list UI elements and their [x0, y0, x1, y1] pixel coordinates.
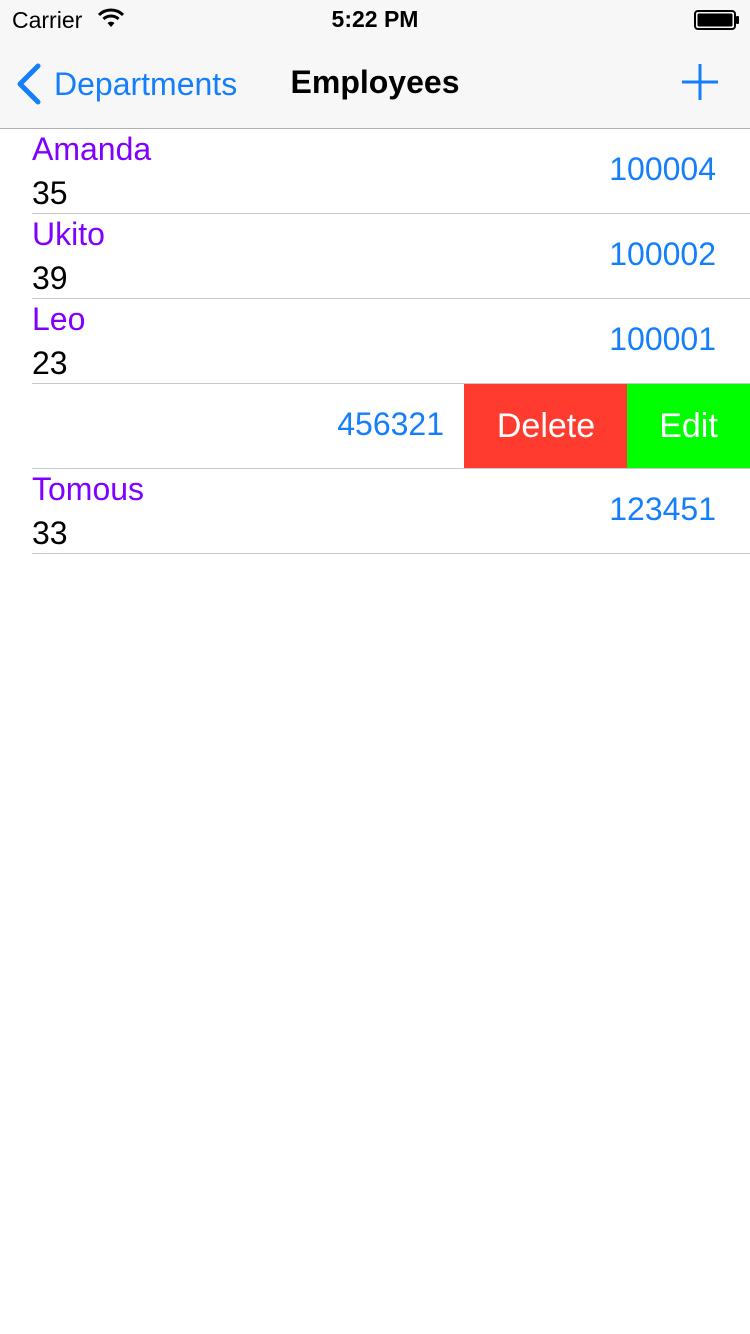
plus-icon[interactable] — [680, 62, 720, 102]
table-row[interactable]: Leo 23 100001 — [32, 299, 750, 384]
chevron-left-icon — [17, 63, 41, 105]
employee-id: 123451 — [609, 491, 716, 527]
back-button[interactable]: Departments — [14, 62, 237, 106]
page-title: Employees — [290, 64, 460, 100]
employee-name: Leo — [32, 301, 86, 337]
employee-age: 39 — [32, 260, 68, 296]
employee-name: Ukito — [32, 216, 105, 252]
clock: 5:22 PM — [331, 6, 419, 32]
table-row[interactable]: Tomous 33 123451 — [32, 469, 750, 554]
delete-button[interactable]: Delete — [464, 384, 628, 468]
table-row[interactable]: Ukito 39 100002 — [32, 214, 750, 299]
employee-age: 23 — [32, 345, 68, 381]
navigation-bar: Departments Employees — [0, 40, 750, 129]
employee-id: 100004 — [609, 151, 716, 187]
employee-id: 100002 — [609, 236, 716, 272]
employee-age: 35 — [32, 175, 68, 211]
employee-name: Amanda — [32, 131, 152, 167]
employee-age: 33 — [32, 515, 68, 551]
employee-id: 100001 — [609, 321, 716, 357]
edit-button[interactable]: Edit — [627, 384, 750, 468]
table-row[interactable]: Amanda 35 100004 — [32, 129, 750, 214]
status-bar: Carrier 5:22 PM — [0, 0, 750, 40]
employee-list: Amanda 35 100004 Ukito 39 100002 Leo 23 … — [0, 129, 750, 554]
employee-id: 456321 — [337, 406, 444, 442]
employee-name: Tomous — [32, 471, 145, 507]
table-row-swiped[interactable]: 456321 Delete Edit — [32, 384, 750, 469]
battery-icon — [694, 10, 739, 30]
back-button-label: Departments — [54, 65, 238, 102]
